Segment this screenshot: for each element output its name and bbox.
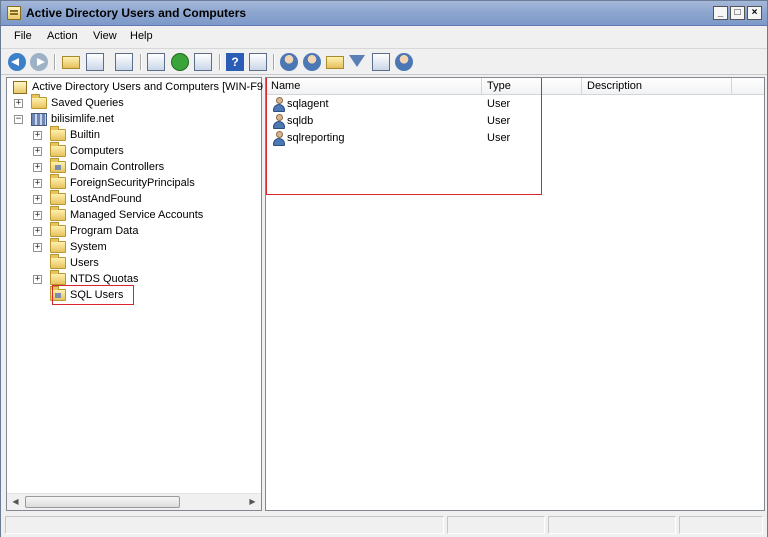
tree-root-label: Active Directory Users and Computers [WI… — [32, 81, 264, 93]
scroll-left-icon[interactable]: ◀ — [7, 494, 24, 510]
status-section — [679, 516, 763, 534]
export-list-icon[interactable] — [194, 53, 212, 71]
domain-icon — [31, 113, 47, 126]
tree-item-label: ForeignSecurityPrincipals — [70, 177, 195, 189]
expand-icon[interactable]: + — [33, 195, 42, 204]
new-ou-icon[interactable] — [326, 56, 344, 69]
main-window: Active Directory Users and Computers _ □… — [0, 0, 768, 537]
console-root-icon — [13, 81, 27, 94]
folder-icon — [50, 222, 66, 237]
menu-action[interactable]: Action — [47, 30, 78, 42]
help-icon[interactable]: ? — [226, 53, 244, 71]
expand-icon[interactable]: + — [33, 211, 42, 220]
collapse-icon[interactable]: − — [14, 115, 23, 124]
tree-horizontal-scrollbar[interactable]: ◀ ▶ — [7, 493, 261, 510]
menu-view[interactable]: View — [93, 30, 117, 42]
window-title: Active Directory Users and Computers — [26, 6, 247, 20]
filter-icon[interactable] — [349, 55, 365, 67]
expand-icon[interactable]: + — [33, 163, 42, 172]
maximize-button[interactable]: □ — [730, 6, 745, 20]
users-highlight-box — [266, 78, 542, 195]
expand-icon[interactable]: + — [14, 99, 23, 108]
back-arrow-icon[interactable] — [8, 53, 26, 71]
tree-item-label: Managed Service Accounts — [70, 209, 204, 221]
export-icon[interactable] — [147, 53, 165, 71]
tree-item-label: Program Data — [70, 225, 139, 237]
console-icon[interactable] — [249, 53, 267, 71]
refresh-icon[interactable] — [171, 53, 189, 71]
folder-icon — [50, 206, 66, 221]
find-icon[interactable] — [372, 53, 390, 71]
show-hide-tree-icon[interactable] — [86, 53, 104, 71]
aduc-app-icon — [7, 6, 21, 20]
column-header-description[interactable]: Description — [582, 78, 732, 95]
folder-icon — [50, 270, 66, 285]
folder-icon — [50, 126, 66, 141]
ou-icon — [50, 158, 66, 173]
tree-item-label: Saved Queries — [51, 97, 124, 109]
tree-item-label: Computers — [70, 145, 124, 157]
tree-item-label: bilisimlife.net — [51, 113, 114, 125]
details-pane[interactable]: Name Type Description sqlagent User sqldb U… — [265, 77, 765, 511]
title-bar[interactable]: Active Directory Users and Computers _ □… — [1, 1, 767, 26]
add-to-group-icon[interactable] — [395, 53, 413, 71]
expand-icon[interactable]: + — [33, 243, 42, 252]
close-button[interactable]: × — [747, 6, 762, 20]
forward-arrow-icon[interactable] — [30, 53, 48, 71]
new-group-icon[interactable] — [303, 53, 321, 71]
new-user-icon[interactable] — [280, 53, 298, 71]
menu-file[interactable]: File — [14, 30, 32, 42]
up-folder-icon[interactable] — [62, 56, 80, 69]
expand-icon[interactable]: + — [33, 227, 42, 236]
toolbar: ? — [1, 48, 767, 75]
status-section — [5, 516, 444, 534]
tree-item-label: Builtin — [70, 129, 100, 141]
tree-item-label: System — [70, 241, 107, 253]
expand-icon[interactable]: + — [33, 147, 42, 156]
status-section — [548, 516, 676, 534]
minimize-button[interactable]: _ — [713, 6, 728, 20]
scroll-thumb[interactable] — [25, 496, 180, 508]
selection-highlight-box — [52, 285, 134, 305]
tree-pane[interactable]: Active Directory Users and Computers [WI… — [6, 77, 264, 511]
status-bar — [1, 513, 767, 537]
menu-help[interactable]: Help — [130, 30, 153, 42]
tree-item-label: LostAndFound — [70, 193, 142, 205]
folder-icon — [50, 174, 66, 189]
menu-bar: File Action View Help — [1, 27, 767, 47]
expand-icon[interactable]: + — [33, 179, 42, 188]
folder-icon — [50, 238, 66, 253]
tree-item-label: Users — [70, 257, 99, 269]
expand-icon[interactable]: + — [33, 275, 42, 284]
tree-item-label: Domain Controllers — [70, 161, 165, 173]
scroll-right-icon[interactable]: ▶ — [244, 494, 261, 510]
properties-icon[interactable] — [115, 53, 133, 71]
folder-icon — [50, 190, 66, 205]
expand-icon[interactable]: + — [33, 131, 42, 140]
folder-icon — [31, 94, 47, 109]
folder-icon — [50, 254, 66, 269]
folder-icon — [50, 142, 66, 157]
status-section — [447, 516, 545, 534]
